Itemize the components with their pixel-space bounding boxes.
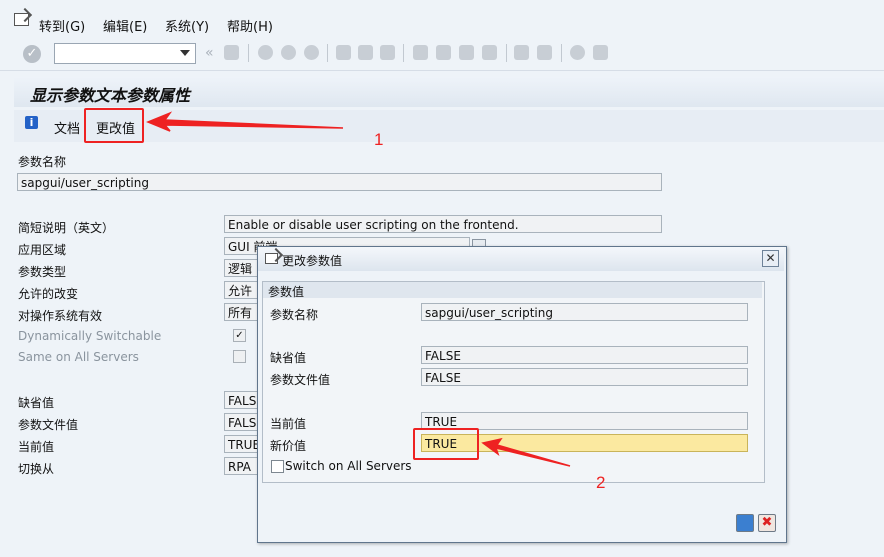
step-number-2: 2 bbox=[596, 473, 606, 492]
annotation-overlay bbox=[146, 111, 571, 467]
arrow-1 bbox=[146, 111, 344, 132]
step-number-1: 1 bbox=[374, 130, 384, 149]
arrow-2 bbox=[481, 437, 571, 467]
